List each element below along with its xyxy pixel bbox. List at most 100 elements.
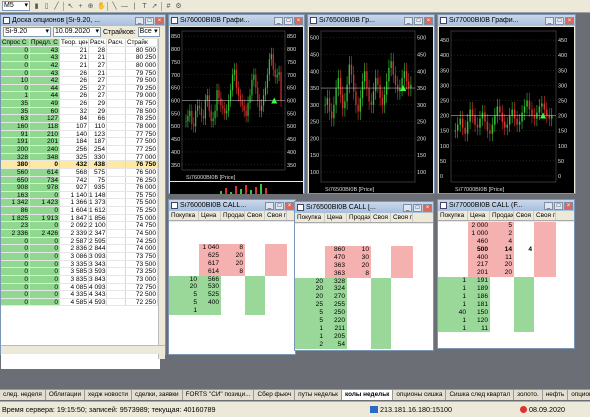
ask-row[interactable]: 363 20: [295, 261, 433, 270]
table-cell[interactable]: [107, 275, 126, 283]
table-cell[interactable]: 184: [60, 138, 89, 145]
bid-row[interactable]: 1: [169, 307, 295, 316]
crosshair-icon[interactable]: +: [77, 3, 84, 10]
table-cell[interactable]: 0: [30, 245, 60, 252]
table-row[interactable]: 650 734 742 75 76 250: [1, 176, 160, 185]
table-cell[interactable]: 742: [60, 176, 89, 184]
table-cell[interactable]: 44: [30, 92, 60, 100]
bid-row[interactable]: 20 530: [169, 283, 295, 292]
orderbook-cell[interactable]: [347, 277, 371, 286]
orderbook-cell[interactable]: [371, 285, 391, 294]
table-row[interactable]: 560 614 568 575 76 500: [1, 168, 160, 177]
orderbook-cell[interactable]: 186: [468, 293, 490, 301]
table-cell[interactable]: 75 000: [126, 214, 158, 222]
table-cell[interactable]: 35: [1, 107, 30, 115]
orderbook-cell[interactable]: 1: [438, 277, 468, 286]
table-cell[interactable]: 0: [30, 237, 60, 245]
ask-row[interactable]: 625 20: [169, 251, 295, 260]
table-cell[interactable]: 0: [1, 46, 30, 54]
orderbook-cell[interactable]: [295, 246, 325, 254]
underlying-select[interactable]: Si-9.20: [3, 27, 51, 37]
table-cell[interactable]: 0: [30, 268, 60, 275]
bid-row[interactable]: 1 120: [438, 316, 574, 325]
hline-icon[interactable]: —: [121, 3, 128, 10]
table-cell[interactable]: [107, 191, 126, 199]
orderbook-cell[interactable]: 5: [295, 317, 325, 325]
tab-2[interactable]: хедж новости: [85, 390, 132, 400]
table-cell[interactable]: [107, 61, 126, 69]
table-cell[interactable]: [107, 138, 126, 145]
orderbook-cell[interactable]: 5: [295, 309, 325, 318]
minimize-icon[interactable]: _: [274, 16, 283, 25]
column-header[interactable]: Своя пр: [534, 211, 556, 220]
table-cell[interactable]: [107, 100, 126, 107]
orderbook-cell[interactable]: [534, 229, 556, 238]
table-cell[interactable]: [107, 77, 126, 84]
table-cell[interactable]: 0: [30, 275, 60, 283]
orderbook-cell[interactable]: [245, 251, 265, 260]
orderbook-cell[interactable]: 8: [221, 244, 245, 252]
orderbook-cell[interactable]: [534, 300, 556, 309]
orderbook-cell[interactable]: [169, 244, 199, 252]
orderbook-cell[interactable]: [245, 299, 265, 308]
orderbook-cell[interactable]: [245, 283, 265, 292]
table-cell[interactable]: 3 343: [89, 260, 107, 268]
table-cell[interactable]: 80 000: [126, 61, 158, 69]
orderbook-cell[interactable]: 189: [468, 285, 490, 294]
table-cell[interactable]: 200: [1, 145, 30, 153]
orderbook-cell[interactable]: 363: [325, 269, 347, 278]
tab-7[interactable]: колы недельк: [341, 390, 394, 400]
table-cell[interactable]: [107, 252, 126, 260]
table-cell[interactable]: 2 587: [60, 237, 89, 245]
table-cell[interactable]: 575: [89, 168, 107, 176]
orderbook-cell[interactable]: [371, 309, 391, 318]
orderbook-cell[interactable]: [490, 277, 514, 286]
orderbook-cell[interactable]: 181: [468, 300, 490, 309]
bid-row[interactable]: 20 328: [295, 277, 433, 286]
table-cell[interactable]: 21: [60, 54, 89, 61]
table-cell[interactable]: 0: [30, 207, 60, 214]
orderbook-cell[interactable]: [490, 324, 514, 333]
table-cell[interactable]: 27: [89, 77, 107, 84]
orderbook-cell[interactable]: [490, 293, 514, 301]
table-cell[interactable]: 75 250: [126, 207, 158, 214]
maximize-icon[interactable]: □: [554, 201, 563, 210]
column-header[interactable]: Покупка: [169, 211, 199, 220]
orderbook-cell[interactable]: [514, 316, 534, 325]
table-cell[interactable]: 78 750: [126, 100, 158, 107]
table-cell[interactable]: 43: [30, 46, 60, 54]
ask-row[interactable]: 201 20: [438, 269, 574, 278]
orderbook-cell[interactable]: 5: [169, 291, 199, 300]
table-cell[interactable]: 614: [30, 168, 60, 176]
table-cell[interactable]: [107, 153, 126, 161]
bid-row[interactable]: 25 255: [295, 301, 433, 310]
table-cell[interactable]: 127: [30, 115, 60, 123]
orderbook-cell[interactable]: [347, 317, 371, 325]
orderbook-cell[interactable]: [514, 277, 534, 286]
orderbook-cell[interactable]: 54: [325, 340, 347, 349]
tab-6[interactable]: путы недельк: [295, 390, 342, 400]
orderbook-cell[interactable]: [391, 261, 413, 270]
table-cell[interactable]: [107, 298, 126, 306]
table-cell[interactable]: 44: [30, 84, 60, 92]
table-cell[interactable]: 0: [1, 260, 30, 268]
maximize-icon[interactable]: □: [414, 16, 423, 25]
table-cell[interactable]: 72 250: [126, 298, 158, 306]
orderbook-cell[interactable]: 217: [468, 261, 490, 270]
orderbook-cell[interactable]: [514, 285, 534, 294]
close-icon[interactable]: ×: [285, 201, 294, 210]
price-chart[interactable]: 500 500 450 450 400 400 350 350 300 300 250 250 200 2…: [309, 27, 433, 193]
ask-row[interactable]: 460 4: [438, 237, 574, 246]
orderbook-titlebar[interactable]: Si77000BI0B CALL (F... _ □ ×: [438, 200, 574, 211]
tab-11[interactable]: нефть: [542, 390, 569, 400]
table-cell[interactable]: 0: [1, 298, 30, 306]
orderbook-cell[interactable]: [438, 253, 468, 262]
column-header[interactable]: Покупка: [295, 213, 325, 222]
column-header[interactable]: Предл. С: [30, 39, 60, 46]
orderbook-cell[interactable]: 470: [325, 253, 347, 262]
table-cell[interactable]: 256: [60, 145, 89, 153]
orderbook-cell[interactable]: 1: [295, 332, 325, 341]
orderbook-cell[interactable]: 220: [325, 317, 347, 325]
ask-row[interactable]: 400 11: [438, 253, 574, 262]
table-cell[interactable]: [107, 283, 126, 291]
